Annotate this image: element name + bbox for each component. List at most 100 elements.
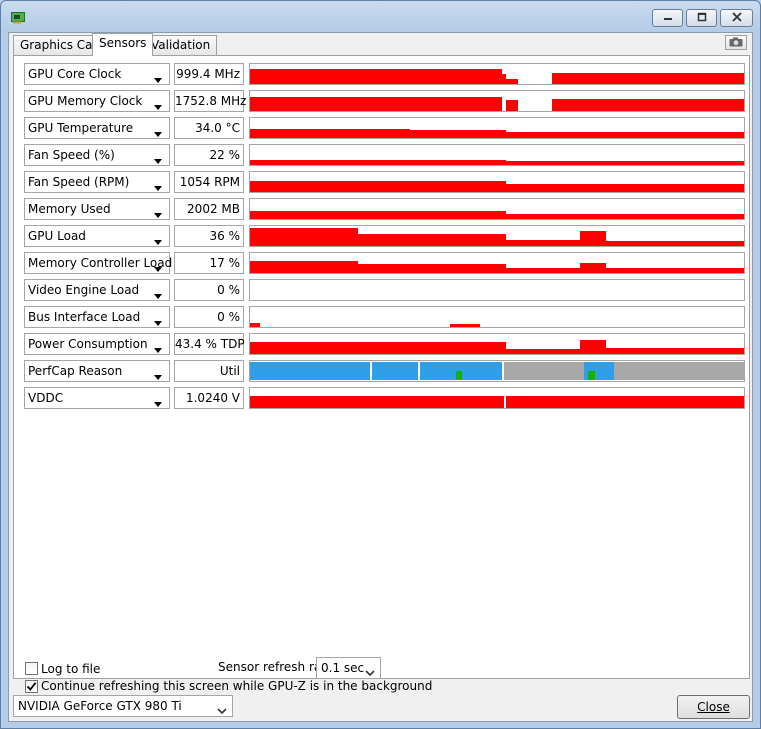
dropdown-arrow-icon (153, 340, 165, 353)
sensor-name-dropdown[interactable]: Fan Speed (RPM) (24, 171, 170, 193)
graph-fill (358, 264, 506, 273)
graph-fill (506, 132, 744, 138)
sensor-name: Video Engine Load (28, 283, 140, 297)
graph-fill (250, 97, 502, 111)
graph-fill (250, 211, 506, 219)
graph-fill (552, 99, 744, 111)
sensor-name: GPU Memory Clock (28, 94, 143, 108)
checkmark-icon (26, 681, 37, 692)
sensor-value: 0 % (174, 279, 244, 301)
sensor-value: 2002 MB (174, 198, 244, 220)
title-bar[interactable] (1, 1, 760, 32)
dropdown-arrow-icon (153, 394, 165, 407)
graph-fill (250, 323, 260, 327)
sensor-graph (249, 225, 745, 247)
sensor-value: 0 % (174, 306, 244, 328)
graph-fill (552, 73, 744, 84)
sensor-name-dropdown[interactable]: VDDC (24, 387, 170, 409)
graph-fill (506, 79, 518, 84)
sensor-name: Memory Used (28, 202, 111, 216)
continue-refresh-checkbox[interactable] (25, 680, 38, 693)
sensor-name-dropdown[interactable]: GPU Load (24, 225, 170, 247)
dropdown-arrow-icon (153, 367, 165, 380)
screenshot-button[interactable] (725, 35, 747, 50)
dropdown-arrow-icon (153, 124, 165, 137)
sensor-graph (249, 90, 745, 112)
sensor-graph (249, 198, 745, 220)
close-button[interactable]: Close (677, 695, 750, 719)
sensor-name-dropdown[interactable]: Fan Speed (%) (24, 144, 170, 166)
close-x-icon (731, 11, 742, 25)
refresh-rate-select[interactable]: 0.1 sec (316, 657, 381, 679)
sensor-name: Fan Speed (RPM) (28, 175, 130, 189)
perfcap-vrel-marker (456, 371, 462, 380)
graph-fill (506, 268, 580, 273)
sensor-name-dropdown[interactable]: Memory Controller Load (24, 252, 173, 274)
sensor-graph (249, 360, 745, 382)
graph-fill (250, 129, 410, 138)
sensor-graph (249, 117, 745, 139)
perfcap-segment (504, 362, 584, 380)
sensors-panel: GPU Core Clock 999.4 MHz GPU Memory Clock 1… (13, 55, 750, 693)
minimize-icon (663, 11, 673, 25)
dropdown-arrow-icon (153, 313, 165, 326)
maximize-button[interactable] (686, 9, 717, 27)
sensor-name: Memory Controller Load (28, 256, 173, 270)
gpu-card-icon (11, 10, 25, 24)
graph-fill (606, 241, 744, 246)
sensor-name: Power Consumption (28, 337, 148, 351)
sensor-name: GPU Temperature (28, 121, 134, 135)
graph-fill (250, 396, 504, 408)
graph-fill (250, 342, 506, 354)
sensor-name-dropdown[interactable]: Video Engine Load (24, 279, 170, 301)
dropdown-arrow-icon (153, 286, 165, 299)
gpu-z-window: Graphics Card Sensors Validation GPU Cor… (0, 0, 761, 729)
tab-sensors[interactable]: Sensors (92, 33, 154, 56)
sensor-value: 1.0240 V (174, 387, 244, 409)
sensor-name-dropdown[interactable]: Bus Interface Load (24, 306, 170, 328)
refresh-rate-value: 0.1 sec (321, 661, 365, 675)
sensor-name-dropdown[interactable]: GPU Memory Clock (24, 90, 170, 112)
sensor-name-dropdown[interactable]: PerfCap Reason (24, 360, 170, 382)
graph-fill (250, 181, 506, 192)
graph-fill (506, 184, 744, 192)
sensor-value: 22 % (174, 144, 244, 166)
graph-fill (606, 348, 744, 354)
chevron-down-icon (365, 664, 375, 677)
sensor-name-dropdown[interactable]: Power Consumption (24, 333, 170, 355)
client-area: Graphics Card Sensors Validation GPU Cor… (8, 32, 753, 722)
close-window-button[interactable] (720, 9, 753, 27)
sensor-value: Util (174, 360, 244, 382)
sensor-graph (249, 252, 745, 274)
perfcap-vrel-marker (588, 371, 595, 380)
dropdown-arrow-icon (153, 178, 165, 191)
dropdown-arrow-icon (153, 232, 165, 245)
sensor-name-dropdown[interactable]: GPU Temperature (24, 117, 170, 139)
sensor-value: 999.4 MHz (174, 63, 244, 85)
sensor-graph (249, 279, 745, 301)
log-to-file-label: Log to file (41, 662, 101, 676)
gpu-select[interactable]: NVIDIA GeForce GTX 980 Ti (13, 695, 233, 717)
sensor-name: VDDC (28, 391, 64, 405)
sensor-value: 34.0 °C (174, 117, 244, 139)
continue-refresh-label: Continue refreshing this screen while GP… (41, 679, 433, 693)
sensor-name-dropdown[interactable]: GPU Core Clock (24, 63, 170, 85)
minimize-button[interactable] (652, 9, 683, 27)
graph-fill (580, 263, 606, 273)
sensor-value: 43.4 % TDP (174, 333, 245, 355)
sensor-name-dropdown[interactable]: Memory Used (24, 198, 170, 220)
sensor-name: PerfCap Reason (28, 364, 123, 378)
log-to-file-checkbox[interactable] (25, 662, 38, 675)
graph-fill (506, 240, 580, 246)
graph-fill (250, 160, 506, 165)
perfcap-segment (614, 362, 744, 380)
perfcap-segment (372, 362, 418, 380)
graph-fill (250, 261, 358, 273)
sensor-value: 36 % (174, 225, 244, 247)
sensor-graph (249, 63, 745, 85)
tab-validation[interactable]: Validation (144, 35, 218, 55)
graph-fill (506, 396, 744, 408)
dropdown-arrow-icon (153, 151, 165, 164)
graph-fill (506, 214, 744, 219)
sensor-graph (249, 333, 745, 355)
